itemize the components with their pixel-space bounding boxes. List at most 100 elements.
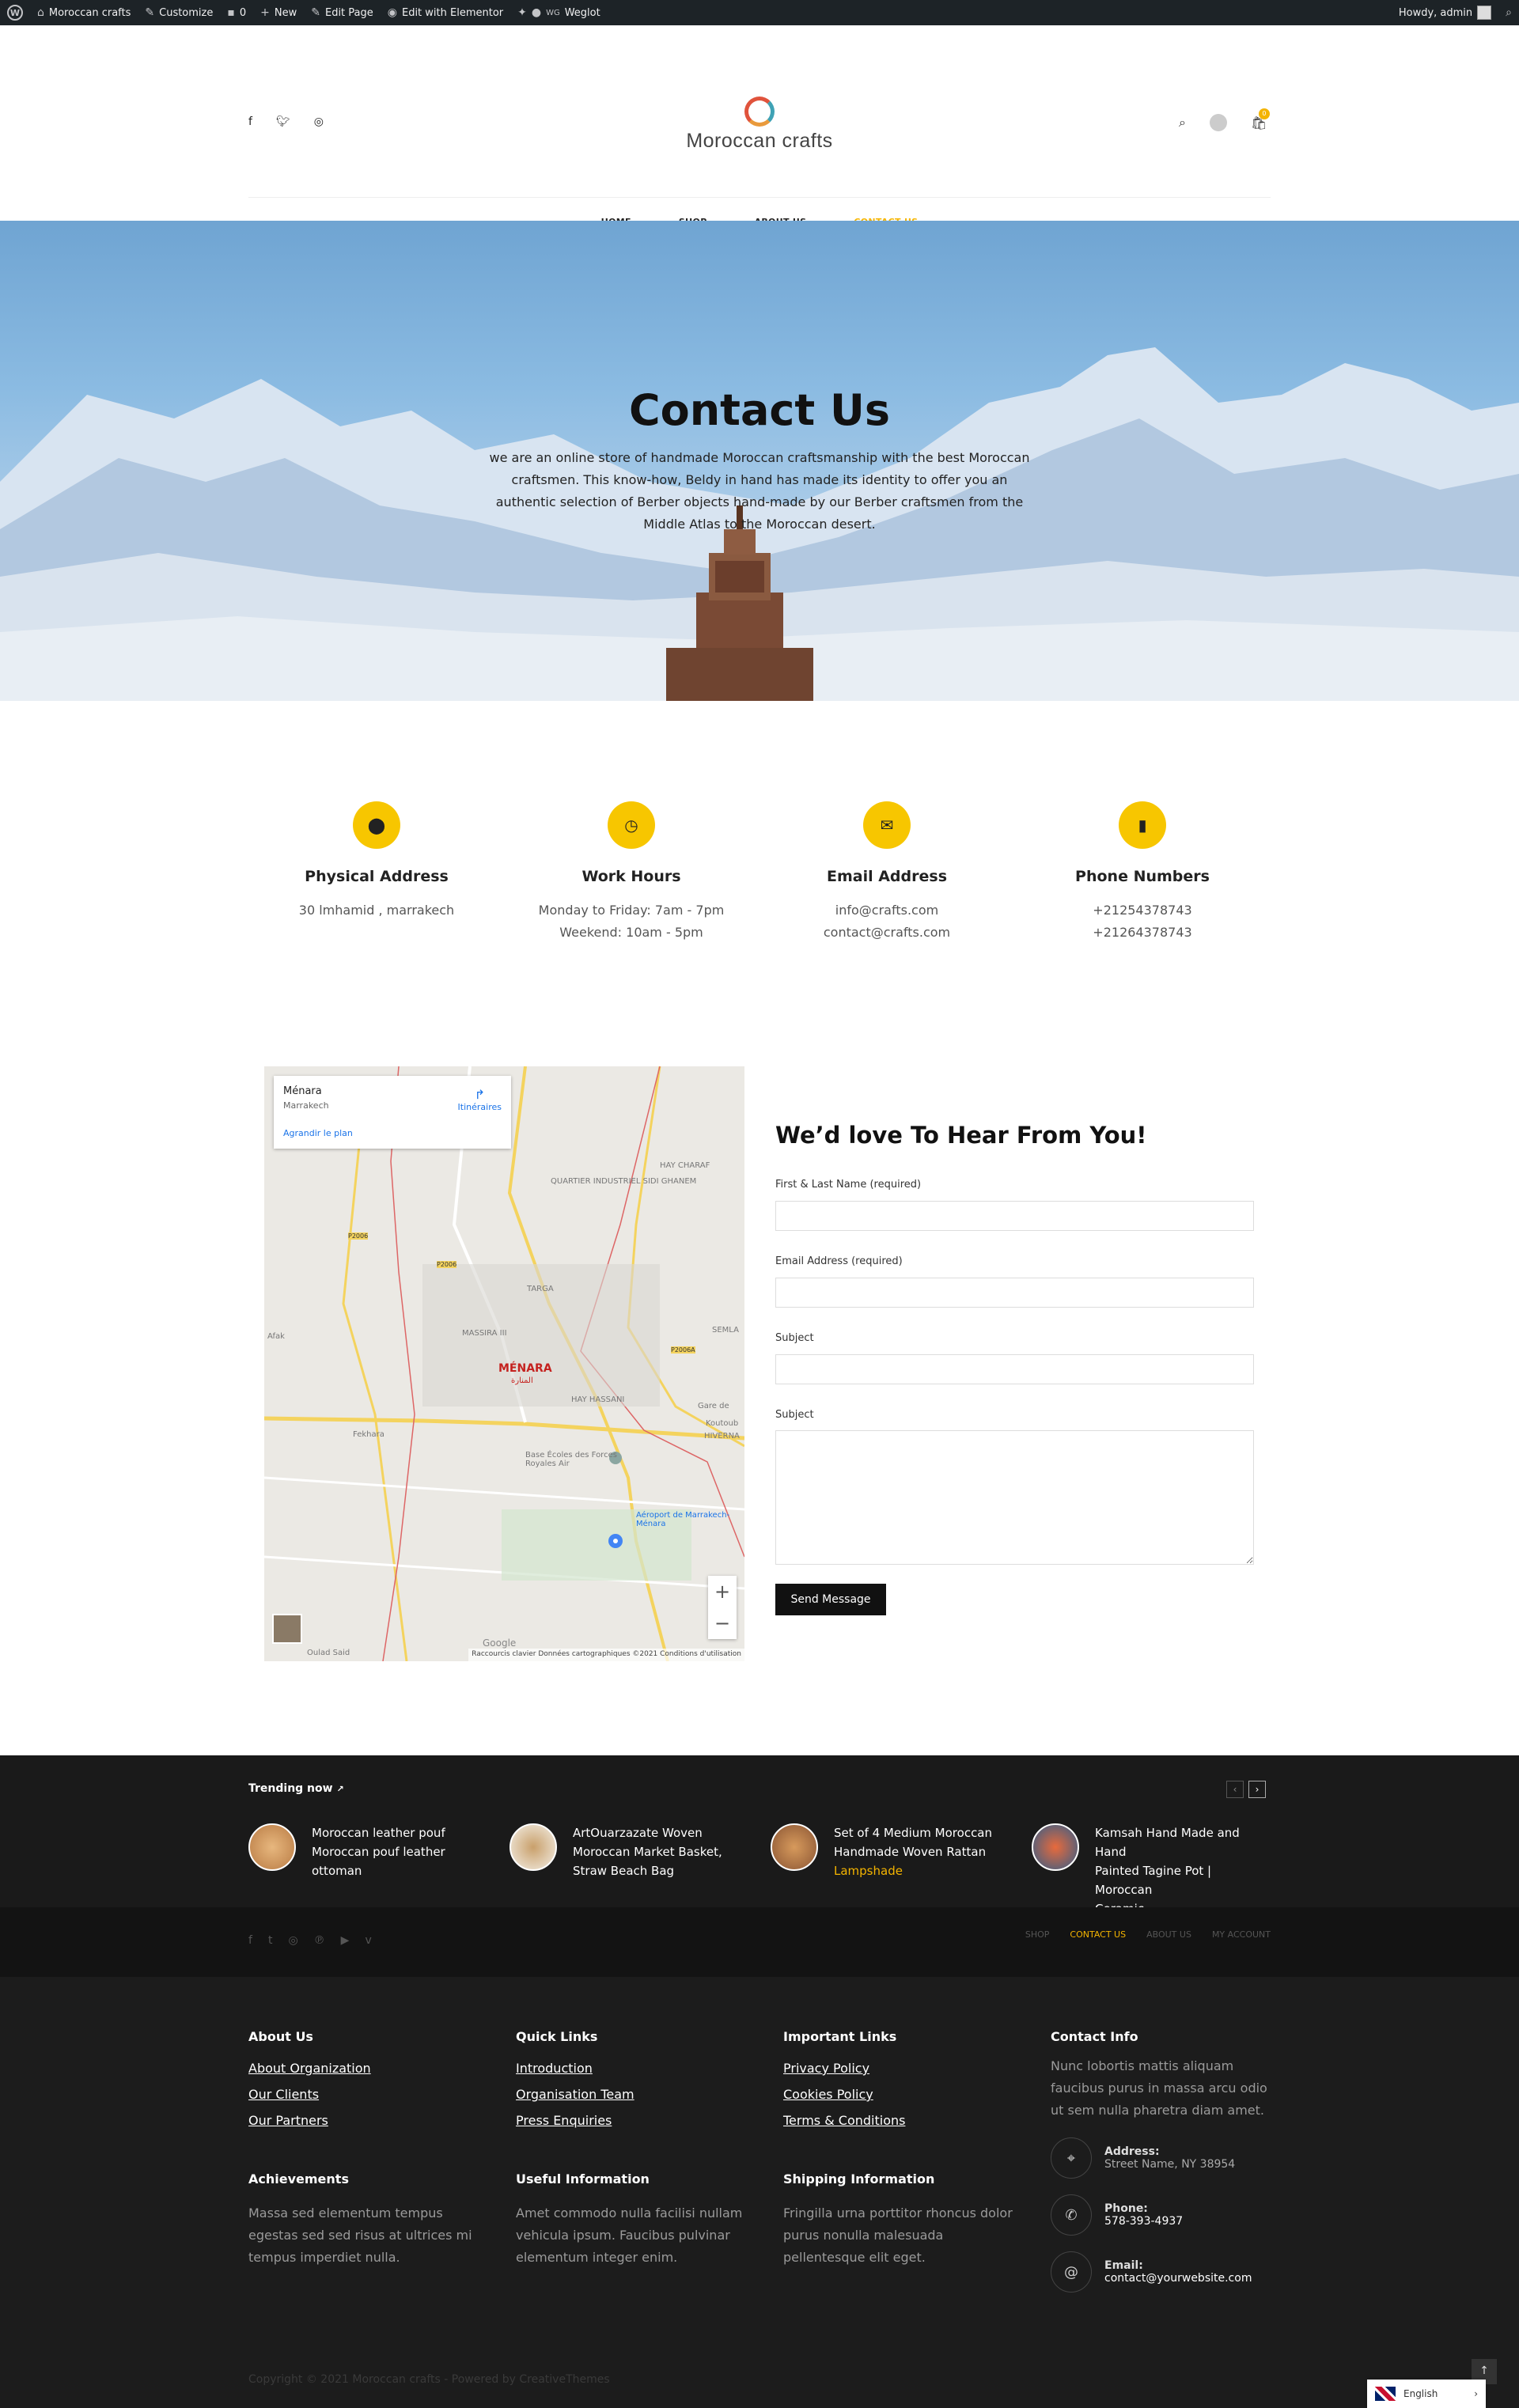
product-title-line: Set of 4 Medium Moroccan (834, 1826, 993, 1840)
vimeo-icon[interactable]: v (365, 1934, 371, 1947)
plus-icon: + (260, 6, 270, 19)
info-line[interactable]: +21254378743 (1016, 899, 1269, 922)
facebook-icon[interactable]: f (248, 1934, 252, 1947)
pinterest-icon[interactable]: ℗ (314, 1934, 325, 1947)
location-pin-icon: ⌖ (1051, 2137, 1092, 2179)
avatar (1477, 6, 1492, 20)
map-label: Base Écoles des Forces Royales Air (525, 1451, 617, 1468)
customize-link[interactable]: ✎ Customize (138, 0, 220, 25)
elementor-icon: ◉ (387, 6, 397, 19)
new-content-link[interactable]: + New (253, 0, 304, 25)
map-attribution: Raccourcis clavier Données cartographiqu… (468, 1649, 744, 1661)
map-label: Afak (267, 1332, 285, 1341)
send-message-button[interactable]: Send Message (775, 1584, 886, 1615)
footer-nav-contact-us[interactable]: CONTACT US (1070, 1929, 1126, 1940)
language-switcher[interactable]: English › (1367, 2380, 1486, 2408)
instagram-icon[interactable]: ◎ (314, 115, 324, 128)
weglot-link[interactable]: ✦ ● WG Weglot (510, 0, 608, 25)
product-title: Moroccan leather pouf Moroccan pouf leat… (312, 1823, 445, 1880)
footer-bar: f t ◎ ℗ ▶ v SHOP CONTACT US ABOUT US MY … (0, 1907, 1519, 1977)
search-icon[interactable]: ⌕ (1179, 115, 1186, 131)
name-field[interactable] (775, 1201, 1254, 1231)
map-label: Gare de (698, 1402, 729, 1410)
map-label: Koutoub (706, 1419, 739, 1428)
comment-icon: ▪ (227, 6, 235, 19)
info-line[interactable]: +21264378743 (1016, 922, 1269, 944)
trending-title-text: Trending now (248, 1782, 333, 1795)
footer-link[interactable]: Our Partners (248, 2107, 486, 2134)
footer-link[interactable]: Privacy Policy (783, 2055, 1021, 2081)
trending-item[interactable]: Moroccan leather pouf Moroccan pouf leat… (248, 1823, 486, 1880)
facebook-icon[interactable]: f (248, 115, 252, 128)
info-line[interactable]: info@crafts.com (760, 899, 1013, 922)
message-label: Subject (775, 1409, 814, 1421)
footer-useful-info: Useful Information Amet commodo nulla fa… (516, 2171, 753, 2269)
account-menu[interactable]: Howdy, admin (1392, 0, 1498, 25)
product-title: ArtOuarzazate Woven Moroccan Market Bask… (573, 1823, 722, 1880)
comments-count: 0 (239, 6, 247, 19)
twitter-icon[interactable]: t (268, 1934, 273, 1947)
trending-arrows: ‹ › (1226, 1781, 1266, 1798)
zoom-out-button[interactable]: − (708, 1607, 737, 1639)
map-label: QUARTIER INDUSTRIEL SIDI GHANEM (551, 1177, 697, 1186)
footer-link[interactable]: Our Clients (248, 2081, 486, 2107)
chevron-left-icon[interactable]: ‹ (1226, 1781, 1244, 1798)
envelope-icon: ✉ (863, 801, 911, 849)
map-directions-button[interactable]: ↱ Itinéraires (458, 1087, 502, 1112)
product-thumbnail (509, 1823, 557, 1871)
map-label: Aéroport de Marrakech-Ménara (636, 1511, 730, 1528)
footer-link[interactable]: About Organization (248, 2055, 486, 2081)
footer-nav-my-account[interactable]: MY ACCOUNT (1212, 1929, 1271, 1940)
subject-field[interactable] (775, 1354, 1254, 1384)
map-satellite-toggle[interactable] (272, 1614, 302, 1644)
trending-item[interactable]: ArtOuarzazate Woven Moroccan Market Bask… (509, 1823, 747, 1880)
site-logo[interactable]: Moroccan crafts (680, 97, 839, 153)
product-title: Kamsah Hand Made and Hand Painted Tagine… (1095, 1823, 1269, 1918)
info-line[interactable]: contact@crafts.com (760, 922, 1013, 944)
footer-nav-about-us[interactable]: ABOUT US (1146, 1929, 1191, 1940)
footer-nav-shop[interactable]: SHOP (1025, 1929, 1050, 1940)
map-label: SEMLA (712, 1326, 739, 1335)
footer-link[interactable]: Introduction (516, 2055, 753, 2081)
info-line: Monday to Friday: 7am - 7pm (538, 903, 725, 918)
youtube-icon[interactable]: ▶ (341, 1934, 350, 1947)
product-title-line: Straw Beach Bag (573, 1864, 675, 1878)
weglot-icon: WG (546, 8, 560, 17)
header-divider (248, 197, 1271, 198)
edit-page-link[interactable]: ✎ Edit Page (304, 0, 381, 25)
product-title-line: Moroccan pouf leather (312, 1845, 445, 1859)
map-road-label: P2006 (348, 1232, 369, 1240)
at-sign-icon: @ (1051, 2251, 1092, 2293)
uk-flag-icon (1375, 2387, 1396, 2401)
chevron-right-icon[interactable]: › (1248, 1781, 1266, 1798)
message-textarea[interactable] (775, 1430, 1254, 1565)
site-name-link[interactable]: ⌂ Moroccan crafts (30, 0, 138, 25)
footer-paragraph: Fringilla urna porttitor rhoncus dolor p… (783, 2205, 1013, 2265)
twitter-icon[interactable]: 🐦︎ (276, 115, 290, 128)
edit-elementor-link[interactable]: ◉ Edit with Elementor (381, 0, 510, 25)
google-map[interactable]: QUARTIER INDUSTRIEL SIDI GHANEM HAY CHAR… (264, 1066, 744, 1661)
footer-link[interactable]: Cookies Policy (783, 2081, 1021, 2107)
admin-search-button[interactable]: ⌕ (1498, 0, 1519, 25)
footer-paragraph: Amet commodo nulla facilisi nullam vehic… (516, 2205, 743, 2265)
trending-item[interactable]: Set of 4 Medium Moroccan Handmade Woven … (771, 1823, 1008, 1880)
user-account-icon[interactable] (1209, 114, 1227, 131)
instagram-icon[interactable]: ◎ (288, 1934, 297, 1947)
phone-value[interactable]: 578-393-4937 (1104, 2215, 1183, 2228)
map-label: HAY HASSANI (571, 1395, 625, 1404)
map-label: HAY CHARAF (660, 1161, 710, 1170)
trending-item[interactable]: Kamsah Hand Made and Hand Painted Tagine… (1032, 1823, 1269, 1918)
footer-link[interactable]: Organisation Team (516, 2081, 753, 2107)
status-dot-icon: ● (531, 6, 542, 19)
address-label: Address: (1104, 2145, 1160, 2158)
wordpress-logo-button[interactable]: W (0, 0, 30, 25)
email-value[interactable]: contact@yourwebsite.com (1104, 2272, 1252, 2285)
comments-link[interactable]: ▪ 0 (220, 0, 253, 25)
email-field[interactable] (775, 1278, 1254, 1308)
name-label: First & Last Name (required) (775, 1179, 922, 1191)
footer-link[interactable]: Terms & Conditions (783, 2107, 1021, 2134)
cart-button[interactable]: 🛍︎ 0 (1251, 108, 1270, 131)
zoom-in-button[interactable]: + (708, 1576, 737, 1607)
map-enlarge-link[interactable]: Agrandir le plan (283, 1128, 502, 1138)
footer-link[interactable]: Press Enquiries (516, 2107, 753, 2134)
